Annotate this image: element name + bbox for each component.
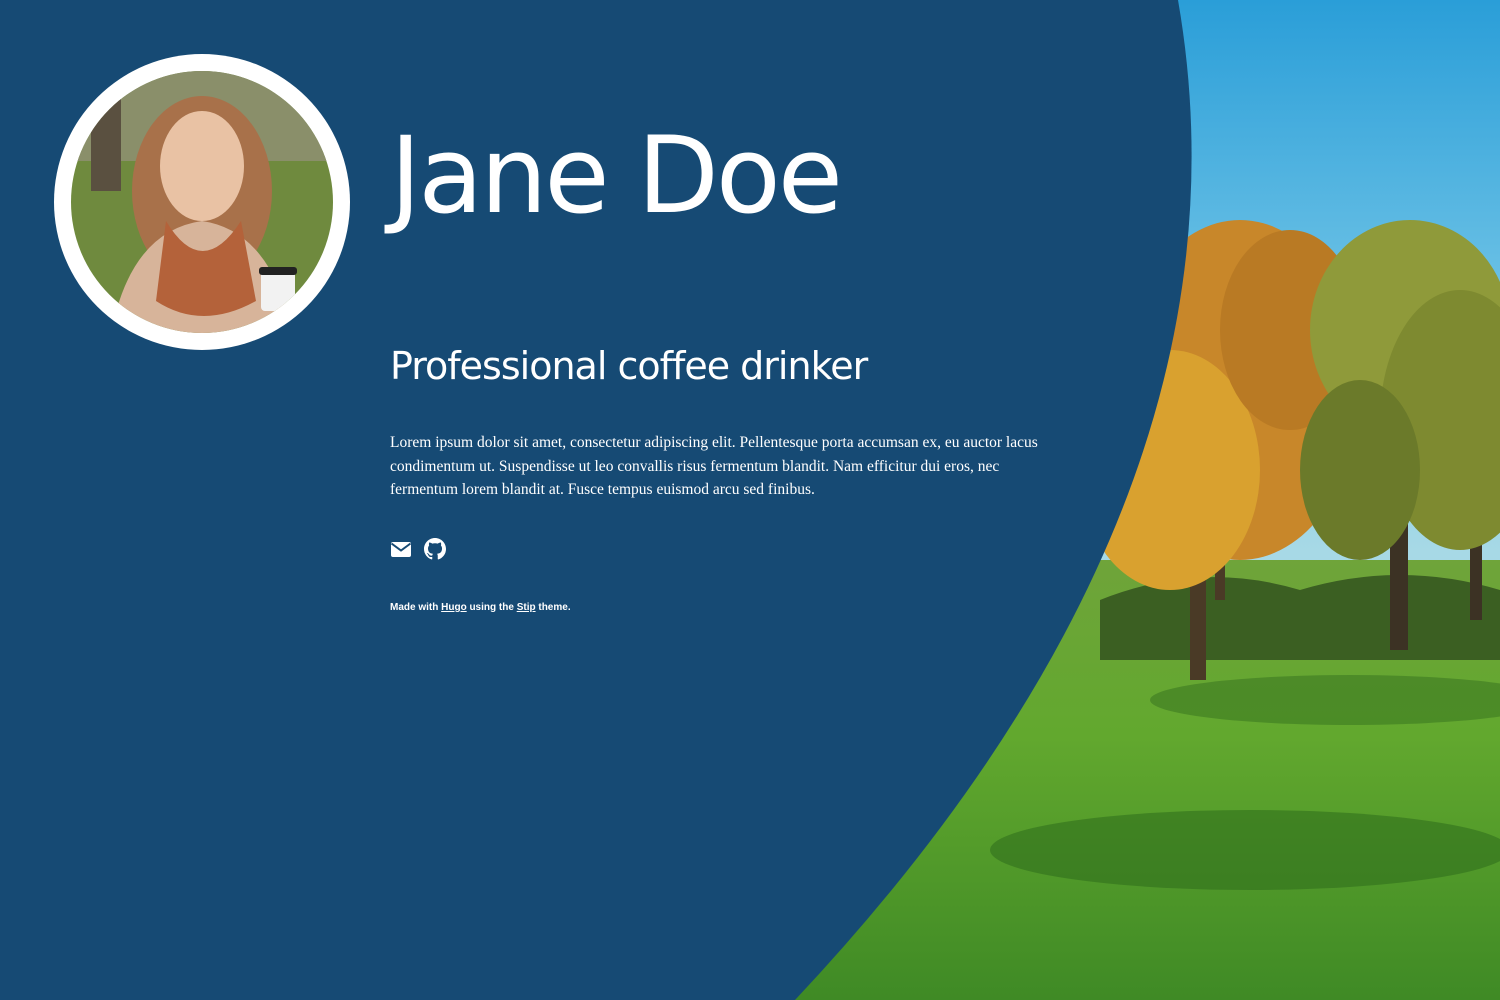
theme-link[interactable]: Stip [517,602,536,613]
footer-using-the: using the [469,602,514,613]
avatar [54,54,350,350]
social-links [390,538,446,560]
profile-bio: Lorem ipsum dolor sit amet, consectetur … [390,434,1038,498]
envelope-icon [390,542,412,557]
hugo-link[interactable]: Hugo [441,602,467,613]
footer-theme-suffix: theme. [538,602,571,613]
site-footer: Made with Hugo using the Stip theme. [390,602,571,613]
profile-name: Jane Doe [390,114,843,237]
github-link[interactable] [424,538,446,560]
footer-made-with: Made with [390,602,439,613]
github-icon [424,538,446,560]
avatar-photo [71,71,333,333]
profile-tagline: Professional coffee drinker [390,344,868,388]
email-link[interactable] [390,538,412,560]
